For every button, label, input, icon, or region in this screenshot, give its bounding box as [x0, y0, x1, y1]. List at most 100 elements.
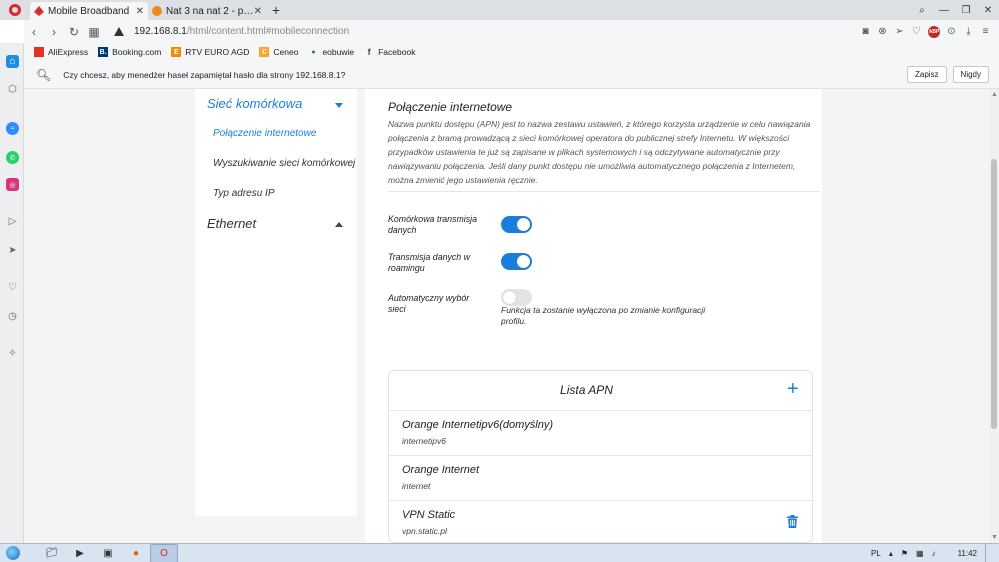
snapshot-icon[interactable]: ⊙	[946, 26, 957, 37]
bookmark-eobuwie[interactable]: ● eobuwie	[308, 47, 354, 57]
speed-dial-icon[interactable]: ⬡	[6, 83, 19, 96]
auto-network-toggle[interactable]	[501, 289, 532, 306]
flag-icon[interactable]: ⚑	[901, 549, 908, 558]
menu-item-internet-connection[interactable]: Połączenie internetowe	[213, 128, 316, 139]
instagram-icon[interactable]: ◎	[6, 178, 19, 191]
adblock-icon[interactable]: ABP	[928, 25, 940, 38]
chevron-down-icon[interactable]	[335, 103, 343, 108]
save-password-button[interactable]: Zapisz	[906, 66, 947, 83]
divider	[388, 191, 820, 192]
huawei-favicon-icon	[34, 6, 44, 16]
apn-value: internetipv6	[402, 436, 446, 446]
bookmark-facebook[interactable]: f Facebook	[364, 47, 416, 57]
arrow-up-icon[interactable]: ▴	[889, 549, 893, 558]
key-icon: 🔍︎	[36, 67, 52, 82]
close-window-icon[interactable]: ✕	[977, 0, 999, 20]
download-icon[interactable]: ⤓	[963, 26, 974, 37]
apn-row[interactable]: VPN Static vpn.static.pl	[389, 501, 812, 542]
page-scrollbar[interactable]: ▲ ▼	[989, 89, 999, 543]
player-icon[interactable]: ▷	[6, 215, 19, 228]
ceneo-icon: C	[259, 47, 270, 57]
apn-name: VPN Static	[402, 509, 456, 521]
trash-icon[interactable]	[787, 515, 798, 528]
menu-item-ip-type[interactable]: Typ adresu IP	[213, 188, 275, 199]
language-indicator[interactable]: PL	[871, 549, 881, 558]
lightbulb-icon[interactable]: ✧	[6, 347, 19, 360]
tab-mobile-broadband[interactable]: Mobile Broadband ✕	[30, 2, 148, 20]
url-field[interactable]: 192.168.8.1/html/content.html#mobileconn…	[134, 26, 349, 37]
back-icon[interactable]: ‹	[24, 25, 44, 39]
tab-close-icon[interactable]: ✕	[254, 6, 262, 17]
home-icon[interactable]: ⌂	[6, 55, 19, 68]
chevron-up-icon[interactable]	[335, 222, 343, 227]
menu-section-ethernet[interactable]: Ethernet	[207, 216, 256, 231]
roaming-toggle[interactable]	[501, 253, 532, 270]
opera-menu-icon[interactable]	[0, 0, 30, 20]
tab-nat[interactable]: Nat 3 na nat 2 - ps4 pro - ✕	[148, 2, 266, 20]
new-tab-button[interactable]: +	[266, 2, 286, 18]
add-apn-button[interactable]: +	[787, 379, 799, 399]
apn-list-header: Lista APN +	[389, 371, 812, 411]
window-controls: ⌕ — ❐ ✕	[911, 0, 999, 20]
roaming-label: Transmisja danych w roamingu	[388, 252, 470, 273]
show-desktop-button[interactable]	[985, 544, 993, 562]
apn-row[interactable]: Orange Internet internet	[389, 456, 812, 501]
never-save-button[interactable]: Nigdy	[952, 66, 989, 83]
camera-icon[interactable]: ◙	[860, 26, 871, 37]
send-icon[interactable]: ➤	[6, 244, 19, 257]
firefox-icon[interactable]: ●	[122, 544, 150, 562]
address-bar: ‹ › ↻ ▦ 192.168.8.1/html/content.html#mo…	[24, 20, 999, 43]
apn-name: Orange Internetipv6(domyślny)	[402, 419, 554, 431]
bookmark-ceneo[interactable]: C Ceneo	[259, 47, 298, 57]
minimize-icon[interactable]: —	[933, 0, 955, 20]
booking-icon: B.	[98, 47, 109, 57]
history-icon[interactable]: ◷	[6, 310, 19, 323]
bookmark-heart-icon[interactable]: ♡	[911, 26, 922, 37]
opera-sidebar: ⌂ ⬡ ≈ ✆ ◎ ▷ ➤ ♡ ◷ ✧	[0, 43, 24, 543]
scrollbar-thumb[interactable]	[991, 159, 997, 429]
password-prompt-bar: 🔍︎ Czy chcesz, aby menedżer haseł zapami…	[24, 61, 999, 89]
messenger-icon[interactable]: ≈	[6, 122, 19, 135]
start-button[interactable]	[0, 544, 26, 562]
scroll-up-icon[interactable]: ▲	[991, 91, 998, 98]
tab-title: Mobile Broadband	[48, 5, 130, 17]
mobile-data-toggle[interactable]	[501, 216, 532, 233]
not-secure-icon[interactable]	[114, 27, 124, 36]
apn-list-title: Lista APN	[560, 383, 613, 397]
tab-title: Nat 3 na nat 2 - ps4 pro -	[166, 5, 254, 17]
clock[interactable]: 11:42	[958, 549, 977, 558]
euro-icon: E	[171, 47, 182, 57]
maximize-icon[interactable]: ❐	[955, 0, 977, 20]
network-icon[interactable]: ▦	[916, 549, 924, 558]
media-player-icon[interactable]: ▶	[66, 544, 94, 562]
apn-row[interactable]: Orange Internetipv6(domyślny) internetip…	[389, 411, 812, 456]
opera-taskbar-icon[interactable]: O	[150, 543, 178, 562]
menu-icon[interactable]: ≡	[980, 26, 991, 37]
whatsapp-icon[interactable]: ✆	[6, 151, 19, 164]
heart-icon[interactable]: ♡	[6, 281, 19, 294]
volume-icon[interactable]: ♪	[932, 549, 936, 558]
menu-section-cellular[interactable]: Sieć komórkowa	[207, 96, 302, 111]
apn-description: Nazwa punktu dostępu (APN) jest to nazwa…	[388, 119, 811, 185]
tab-search-icon[interactable]: ⌕	[911, 0, 933, 20]
bookmark-booking[interactable]: B. Booking.com	[98, 47, 161, 57]
router-page: Sieć komórkowa Połączenie internetowe Wy…	[24, 89, 989, 543]
bookmark-aliexpress[interactable]: AliExpress	[34, 47, 88, 57]
movie-maker-icon[interactable]: ▣	[94, 544, 122, 562]
aliexpress-icon	[34, 47, 44, 57]
tab-close-icon[interactable]: ✕	[136, 6, 144, 17]
mobile-data-label: Komórkowa transmisja danych	[388, 214, 477, 235]
scroll-down-icon[interactable]: ▼	[991, 534, 998, 541]
crypto-wallet-icon[interactable]: ⊗	[877, 26, 888, 37]
grid-icon[interactable]: ▦	[84, 25, 104, 39]
menu-item-network-search[interactable]: Wyszukiwanie sieci komórkowej	[213, 158, 355, 169]
windows-taskbar: 📁︎ ▶ ▣ ● O PL ▴ ⚑ ▦ ♪ 11:42	[0, 543, 999, 562]
bookmark-rtv-euro-agd[interactable]: E RTV EURO AGD	[171, 47, 249, 57]
page-title: Połączenie internetowe	[388, 100, 513, 114]
arrow-icon[interactable]: ➢	[894, 26, 905, 37]
explorer-icon[interactable]: 📁︎	[38, 544, 66, 562]
reload-icon[interactable]: ↻	[64, 25, 84, 39]
forward-icon[interactable]: ›	[44, 25, 64, 39]
forum-favicon-icon	[152, 6, 162, 16]
main-panel: Połączenie internetowe Nazwa punktu dost…	[365, 89, 822, 543]
